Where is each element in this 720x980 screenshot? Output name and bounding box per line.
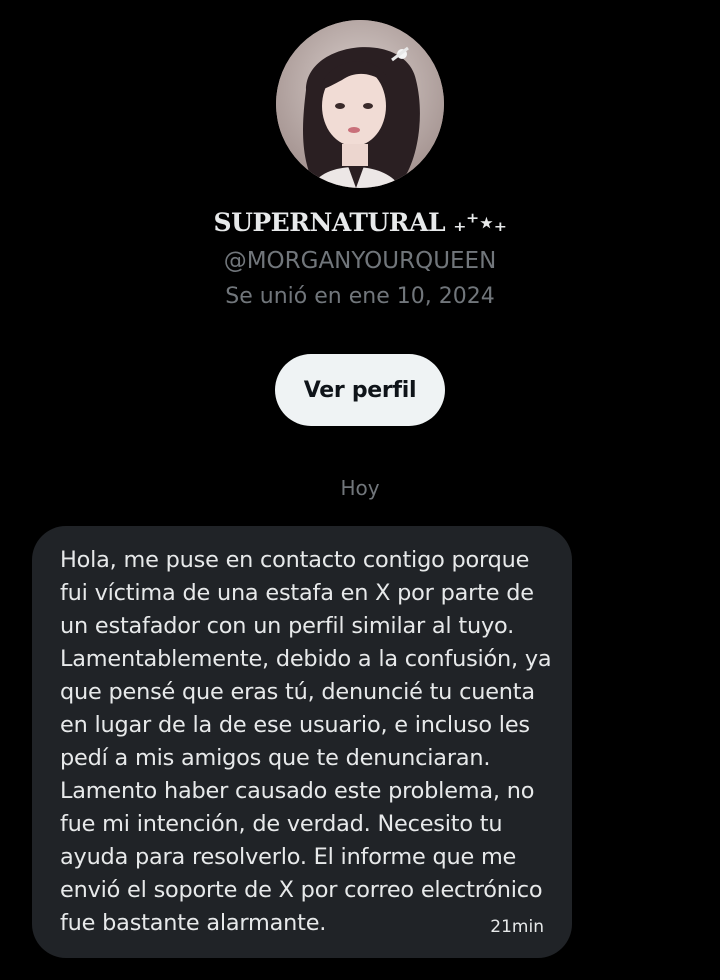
message-line: Hola, me puse en contacto contigo porque xyxy=(60,547,530,573)
message-line: fue bastante alarmante. xyxy=(60,910,327,936)
view-profile-button[interactable]: Ver perfil xyxy=(275,354,445,426)
message-line: fui víctima de una estafa en X por parte… xyxy=(60,580,534,606)
message-line: ayuda para resolverlo. El informe que me xyxy=(60,844,517,870)
message-line: un estafador con un perfil similar al tu… xyxy=(60,613,515,639)
message-line: pedí a mis amigos que te denunciaran. xyxy=(60,745,491,771)
message-line: fue mi intención, de verdad. Necesito tu xyxy=(60,811,503,837)
message-timestamp: 21min xyxy=(490,917,544,937)
date-separator: Hoy xyxy=(340,476,380,500)
join-date: Se unió en ene 10, 2024 xyxy=(225,284,495,309)
profile-header: SUPERNATURAL ₊⁺⋆₊ @MORGANYOURQUEEN Se un… xyxy=(0,20,720,426)
display-name: SUPERNATURAL ₊⁺⋆₊ xyxy=(213,208,507,237)
message-line: Lamentablemente, debido a la confusión, … xyxy=(60,646,552,672)
message-bubble[interactable]: Hola, me puse en contacto contigo porque… xyxy=(32,526,572,958)
message-line: envió el soporte de X por correo electró… xyxy=(60,877,543,903)
username-handle: @MORGANYOURQUEEN xyxy=(223,248,497,274)
message-line: Lamento haber causado este problema, no xyxy=(60,778,535,804)
message-line: en lugar de la de ese usuario, e incluso… xyxy=(60,712,530,738)
message-text: Hola, me puse en contacto contigo porque… xyxy=(60,544,552,940)
avatar[interactable] xyxy=(276,20,444,188)
message-line: que pensé que eras tú, denuncié tu cuent… xyxy=(60,679,535,705)
dm-conversation-screen: SUPERNATURAL ₊⁺⋆₊ @MORGANYOURQUEEN Se un… xyxy=(0,0,720,980)
avatar-image xyxy=(276,20,444,188)
